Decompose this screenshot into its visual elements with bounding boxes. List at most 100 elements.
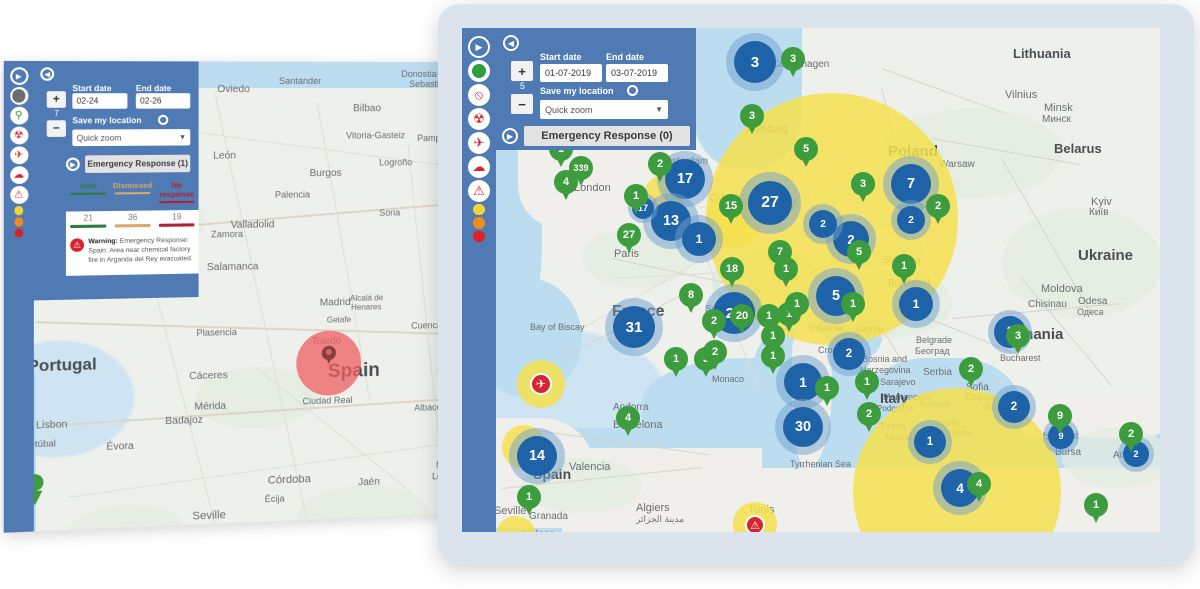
pin-marker[interactable]: 3 <box>1006 324 1030 356</box>
pin-count: 20 <box>730 304 754 327</box>
warning-triangle-icon[interactable]: ⚠ <box>10 186 28 204</box>
grey-status-icon[interactable] <box>10 87 28 105</box>
pin-marker[interactable]: 2 <box>703 340 727 372</box>
tablet-screen: Lithuania Vilnius Minsk Минск Belarus Kyiv Киї… <box>462 28 1160 532</box>
pin-marker[interactable]: 3 <box>851 172 875 204</box>
location-pin-icon[interactable]: ⚲ <box>10 107 28 125</box>
cluster-marker[interactable]: 14 <box>517 436 557 476</box>
cluster-marker[interactable]: 2 <box>809 210 837 238</box>
cluster-marker[interactable]: 3 <box>734 41 776 83</box>
collapse-panel-button[interactable]: ◀ <box>40 67 54 81</box>
emergency-play-button[interactable]: ▶ <box>66 157 80 171</box>
pin-marker[interactable]: 2 <box>702 309 726 341</box>
pin-marker[interactable]: 4 <box>554 170 578 202</box>
cluster-marker[interactable]: 31 <box>613 306 655 348</box>
severity-high-dot[interactable] <box>473 231 484 242</box>
green-status-icon[interactable] <box>468 60 490 82</box>
pin-marker[interactable]: 8 <box>679 283 703 315</box>
map-label: Cuenca <box>411 320 441 331</box>
pin-marker[interactable]: 15 <box>719 194 743 226</box>
pin-marker[interactable]: 18 <box>720 257 744 289</box>
pin-marker[interactable]: 1 <box>815 376 839 408</box>
stat-bar <box>115 224 151 227</box>
zoom-in-button[interactable]: + <box>47 91 66 108</box>
pin-marker[interactable]: 2 <box>857 402 881 434</box>
quick-zoom-select[interactable]: Quick zoom ▼ <box>72 129 190 146</box>
radiation-icon[interactable]: ☢ <box>10 127 28 145</box>
pin-marker[interactable]: 2 <box>926 194 950 226</box>
map-label: Vitoria-Gasteiz <box>346 130 405 140</box>
pin-marker[interactable]: 1 <box>761 344 785 376</box>
map-label: Belarus <box>1054 141 1102 156</box>
pin-marker[interactable]: 1 <box>785 292 809 324</box>
cluster-marker[interactable]: 2 <box>833 338 865 370</box>
explosion-icon[interactable]: ☁ <box>468 156 490 178</box>
severity-low-dot[interactable] <box>14 206 23 215</box>
pin-marker[interactable]: 4 <box>967 472 991 504</box>
map-label: Belgrade <box>916 335 952 345</box>
crosshair-icon[interactable] <box>627 85 638 96</box>
radiation-icon[interactable]: ☢ <box>468 108 490 130</box>
pin-marker[interactable]: 4 <box>616 406 640 438</box>
crosshair-icon[interactable] <box>158 115 168 125</box>
severity-low-dot[interactable] <box>473 204 484 215</box>
warning-triangle-icon[interactable]: ⚠ <box>745 515 765 532</box>
pin-marker[interactable]: 5 <box>847 240 871 272</box>
quick-zoom-select[interactable]: Quick zoom ▼ <box>540 100 668 119</box>
stat-column-label: Dismissed <box>111 181 155 191</box>
cluster-marker[interactable]: 27 <box>748 181 792 225</box>
warning-triangle-icon[interactable]: ⚠ <box>468 180 490 202</box>
cluster-marker[interactable]: 1 <box>914 426 946 458</box>
severity-medium-dot[interactable] <box>473 217 484 228</box>
cluster-marker[interactable]: 1 <box>899 287 933 321</box>
end-date-field[interactable]: 02-26 <box>136 93 190 108</box>
end-date-field[interactable]: 03-07-2019 <box>606 64 668 82</box>
map-label: Ciudad Real <box>302 395 352 407</box>
zoom-out-button[interactable]: − <box>47 120 66 137</box>
start-date-field[interactable]: 01-07-2019 <box>540 64 602 82</box>
pin-marker[interactable]: 1 <box>664 347 688 379</box>
pin-marker[interactable]: 9 <box>1048 404 1072 436</box>
cluster-marker[interactable]: 2 <box>998 391 1030 423</box>
pin-marker[interactable]: 1 <box>1084 493 1108 525</box>
play-icon[interactable]: ▶ <box>10 67 28 85</box>
severity-medium-dot[interactable] <box>14 217 23 226</box>
airplane-incident-icon[interactable]: ✈ <box>10 146 28 164</box>
pin-marker[interactable]: 1 <box>892 254 916 286</box>
cluster-marker[interactable]: 1 <box>682 222 716 256</box>
pin-marker[interactable]: 1 <box>855 370 879 402</box>
location-pin-icon[interactable] <box>322 346 336 366</box>
cluster-marker[interactable]: 2 <box>897 206 925 234</box>
emergency-response-button[interactable]: Emergency Response (1) <box>85 155 190 173</box>
pin-marker[interactable]: 2 <box>959 357 983 389</box>
emergency-response-button[interactable]: Emergency Response (0) <box>524 126 690 146</box>
pin-marker[interactable]: 3 <box>781 47 805 79</box>
play-icon[interactable]: ▶ <box>468 36 490 58</box>
emergency-play-button[interactable]: ▶ <box>502 128 518 144</box>
cluster-marker[interactable]: 30 <box>783 407 823 447</box>
start-date-field[interactable]: 02-24 <box>72 93 127 109</box>
map-label: Jaén <box>358 476 380 488</box>
pin-marker[interactable]: 5 <box>794 137 818 169</box>
pin-marker[interactable]: 2 <box>648 152 672 184</box>
pin-marker[interactable]: 1 <box>517 485 541 517</box>
pin-marker[interactable]: 1 <box>624 184 648 216</box>
airplane-incident-icon[interactable]: ✈ <box>530 373 552 395</box>
end-date-label: End date <box>136 84 171 93</box>
zoom-in-button[interactable]: + <box>511 61 533 81</box>
no-entry-icon[interactable]: ⦸ <box>468 84 490 106</box>
pin-marker[interactable]: 27 <box>617 223 641 255</box>
pin-count: 27 <box>617 223 641 246</box>
explosion-icon[interactable]: ☁ <box>10 166 28 184</box>
collapse-panel-button[interactable]: ◀ <box>503 35 519 51</box>
airplane-incident-icon[interactable]: ✈ <box>468 132 490 154</box>
stat-column-value: 36 <box>111 213 155 223</box>
severity-high-dot[interactable] <box>14 228 23 237</box>
pin-marker[interactable]: 3 <box>740 104 764 136</box>
pin-marker[interactable]: 1 <box>774 257 798 289</box>
pin-marker[interactable]: 1 <box>841 292 865 324</box>
pin-marker[interactable]: 2 <box>1119 422 1143 454</box>
cluster-marker[interactable]: 7 <box>891 164 931 204</box>
pin-marker[interactable]: 20 <box>730 304 754 336</box>
zoom-out-button[interactable]: − <box>511 94 533 114</box>
